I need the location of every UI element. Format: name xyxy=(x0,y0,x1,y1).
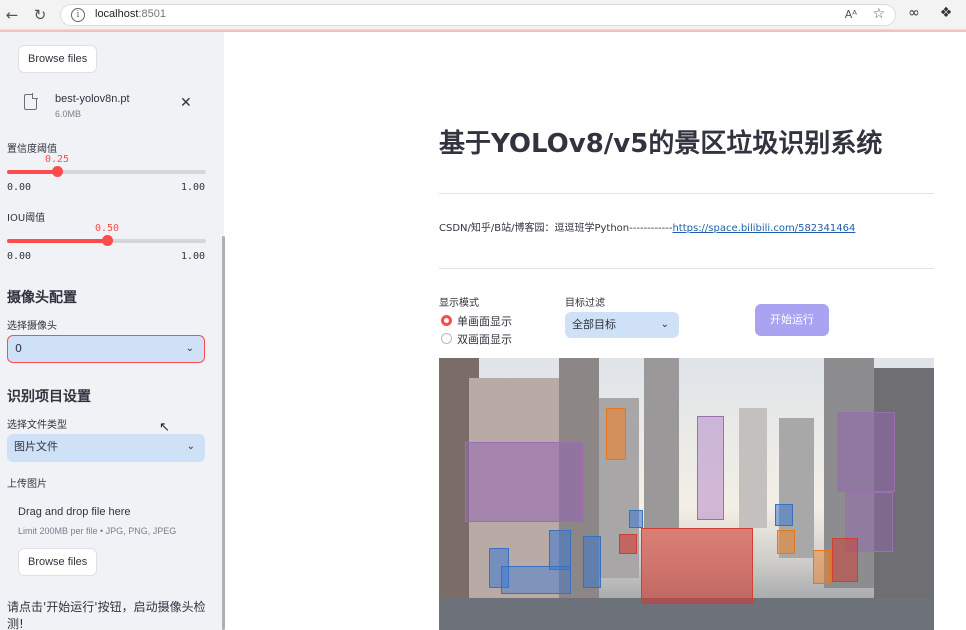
target-filter-select[interactable]: 全部目标 ⌄ xyxy=(565,312,679,338)
target-filter-value: 全部目标 xyxy=(572,318,616,331)
detection-box xyxy=(501,566,571,594)
divider xyxy=(439,268,934,269)
page-title: 基于YOLOv8/v5的景区垃圾识别系统 xyxy=(439,129,883,159)
camera-select-value: 0 xyxy=(15,342,22,355)
site-info-icon[interactable]: i xyxy=(71,8,85,22)
address-bar[interactable]: i localhost:8501 Aᴬ ☆ xyxy=(60,4,896,26)
sidebar: Browse files best-yolov8n.pt 6.0MB ✕ 置信度… xyxy=(0,32,224,630)
extension-infinity-icon[interactable]: ∞ xyxy=(904,5,924,21)
building-mid xyxy=(644,358,679,528)
detection-box xyxy=(775,504,793,526)
browser-toolbar: ← ↻ i localhost:8501 Aᴬ ☆ ∞ ❖ xyxy=(0,0,966,30)
radio-label: 单画面显示 xyxy=(457,315,512,328)
chevron-down-icon: ⌄ xyxy=(660,319,669,330)
bilibili-link[interactable]: https://space.bilibili.com/582341464 xyxy=(672,223,855,234)
conf-slider-max: 1.00 xyxy=(181,182,206,193)
display-mode-single-radio[interactable]: 单画面显示 xyxy=(439,313,549,329)
project-settings-heading: 识别项目设置 xyxy=(7,389,91,405)
iou-slider-min: 0.00 xyxy=(7,251,32,262)
reload-icon[interactable]: ↻ xyxy=(30,5,50,25)
back-icon[interactable]: ← xyxy=(2,5,22,25)
copilot-icon[interactable]: ❖ xyxy=(936,5,956,21)
detection-box xyxy=(832,538,858,582)
conf-slider-fill xyxy=(7,170,57,174)
file-type-select[interactable]: 图片文件 ⌄ xyxy=(7,434,205,462)
iou-slider-value: 0.50 xyxy=(95,223,120,234)
detection-box xyxy=(549,530,571,570)
detection-image xyxy=(439,358,934,630)
dropzone-limit: Limit 200MB per file • JPG, PNG, JPEG xyxy=(18,526,177,536)
building-center-right xyxy=(739,408,767,528)
credit-prefix: CSDN/知乎/B站/博客园：逗逗班学Python------------ xyxy=(439,223,673,234)
conf-slider-min: 0.00 xyxy=(7,182,32,193)
remove-file-icon[interactable]: ✕ xyxy=(180,96,192,110)
file-type-select-value: 图片文件 xyxy=(14,440,58,453)
mouse-cursor-icon: ↖ xyxy=(159,420,170,435)
detection-box xyxy=(777,530,795,554)
iou-slider-max: 1.00 xyxy=(181,251,206,262)
detection-box xyxy=(837,412,895,492)
uploaded-file-size: 6.0MB xyxy=(55,109,82,119)
detection-box xyxy=(813,550,831,584)
dropzone-text[interactable]: Drag and drop file here xyxy=(18,506,131,518)
detection-box xyxy=(629,510,643,528)
browse-files-image-button[interactable]: Browse files xyxy=(18,548,98,576)
target-filter-label: 目标过滤 xyxy=(565,298,605,309)
camera-config-heading: 摄像头配置 xyxy=(7,290,77,306)
browse-files-model-button[interactable]: Browse files xyxy=(18,45,98,73)
conf-slider[interactable] xyxy=(7,166,206,177)
detection-box xyxy=(606,408,626,460)
file-type-label: 选择文件类型 xyxy=(7,420,67,431)
detection-box xyxy=(465,442,583,522)
url-text: localhost:8501 xyxy=(95,8,166,20)
radio-selected-icon xyxy=(441,315,452,326)
chevron-down-icon: ⌄ xyxy=(186,441,195,452)
start-hint-text: 请点击'开始运行'按钮，启动摄像头检测! xyxy=(7,600,206,630)
display-mode-dual-radio[interactable]: 双画面显示 xyxy=(439,331,549,347)
detection-box xyxy=(641,528,753,604)
iou-slider[interactable] xyxy=(7,235,206,246)
main-content: 基于YOLOv8/v5的景区垃圾识别系统 CSDN/知乎/B站/博客园：逗逗班学… xyxy=(225,32,966,630)
file-icon xyxy=(24,93,38,110)
uploaded-file-name: best-yolov8n.pt xyxy=(55,93,130,105)
display-mode-label: 显示模式 xyxy=(439,298,479,309)
start-run-button[interactable]: 开始运行 xyxy=(755,304,829,336)
chevron-down-icon: ⌄ xyxy=(185,343,194,354)
credit-line: CSDN/知乎/B站/博客园：逗逗班学Python------------htt… xyxy=(439,219,855,234)
divider xyxy=(439,193,934,194)
upload-label: 上传图片 xyxy=(7,479,47,490)
read-aloud-icon[interactable]: Aᴬ xyxy=(845,8,857,21)
iou-slider-fill xyxy=(7,239,107,243)
detection-box xyxy=(697,416,724,520)
iou-slider-thumb[interactable] xyxy=(101,235,113,246)
favorite-star-icon[interactable]: ☆ xyxy=(872,6,885,22)
detection-box xyxy=(619,534,637,554)
camera-select-label: 选择摄像头 xyxy=(7,321,57,332)
conf-slider-value: 0.25 xyxy=(45,154,70,165)
conf-slider-thumb[interactable] xyxy=(51,166,63,177)
camera-select[interactable]: 0 ⌄ xyxy=(7,335,205,363)
radio-label: 双画面显示 xyxy=(457,333,512,346)
radio-unselected-icon xyxy=(441,333,452,344)
conf-slider-label: 置信度阈值 xyxy=(7,144,57,155)
detection-box xyxy=(583,536,601,588)
iou-slider-label: IOU阈值 xyxy=(7,213,46,224)
